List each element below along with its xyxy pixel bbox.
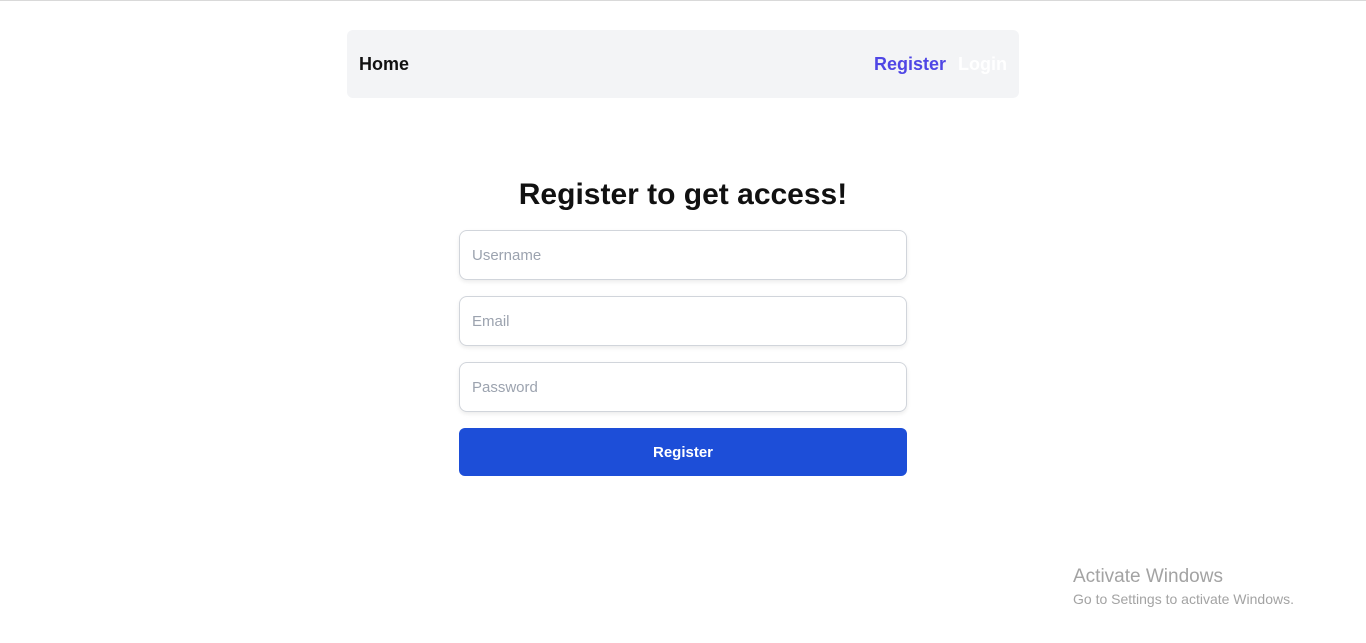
nav-home-link[interactable]: Home (359, 54, 409, 75)
activate-windows-watermark: Activate Windows Go to Settings to activ… (1073, 566, 1294, 609)
watermark-subtitle: Go to Settings to activate Windows. (1073, 591, 1294, 607)
password-input[interactable] (459, 362, 907, 412)
watermark-title: Activate Windows (1073, 566, 1223, 587)
register-form: Register (459, 230, 907, 476)
register-button[interactable]: Register (459, 428, 907, 476)
page-title: Register to get access! (518, 178, 848, 211)
top-divider (0, 0, 1366, 1)
email-input[interactable] (459, 296, 907, 346)
username-input[interactable] (459, 230, 907, 280)
navbar: Home Register Login (347, 30, 1019, 98)
nav-login-link[interactable]: Login (958, 54, 1007, 75)
nav-right-links: Register Login (874, 54, 1007, 75)
nav-register-link[interactable]: Register (874, 54, 946, 75)
